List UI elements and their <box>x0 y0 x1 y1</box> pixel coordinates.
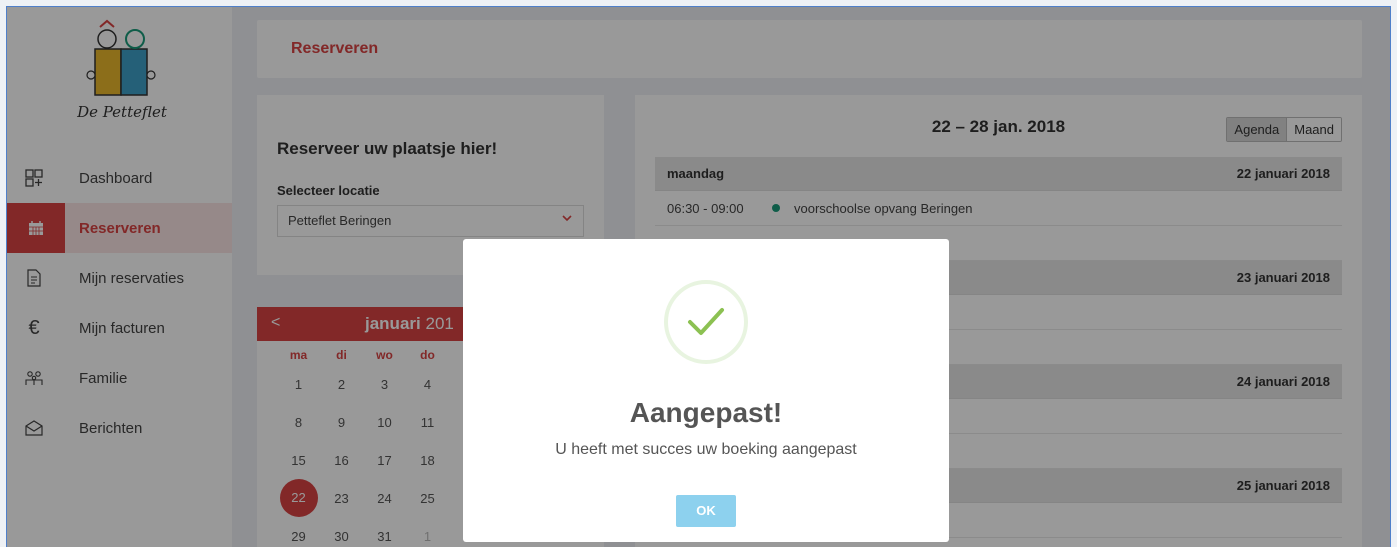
ok-button[interactable]: OK <box>676 495 736 527</box>
dialog-title: Aangepast! <box>629 397 783 428</box>
dialog-message: U heeft met succes uw boeking aangepast <box>555 441 857 458</box>
success-check-icon <box>664 280 748 364</box>
app-window: De Petteflet Dashboard Reserveren Mijn r… <box>6 6 1391 547</box>
success-dialog: Aangepast! U heeft met succes uw boeking… <box>463 239 949 542</box>
